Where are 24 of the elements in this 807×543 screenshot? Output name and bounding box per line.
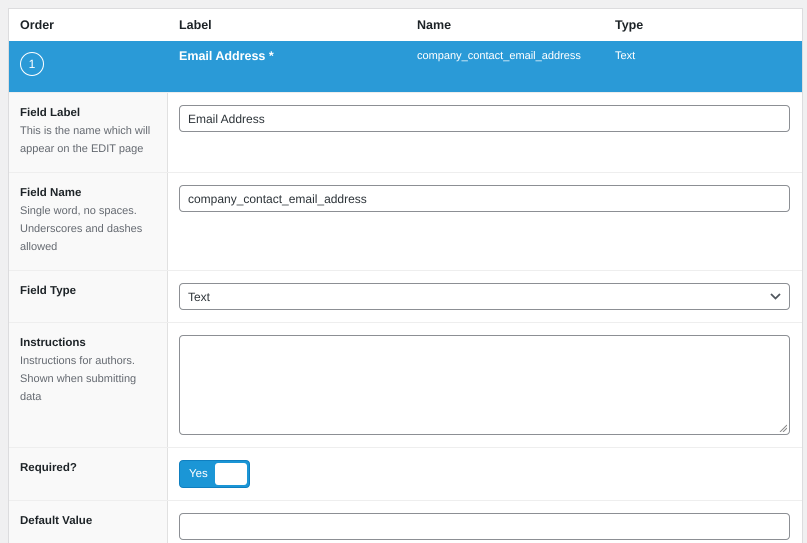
field-help-text: This is the name which will appear on the EDIT page bbox=[20, 124, 152, 157]
field-help-text: Single word, no spaces. Underscores and dashes allowed bbox=[20, 204, 144, 255]
input-field[interactable]: company_contact_email_address bbox=[179, 185, 790, 212]
field-label: Default Value bbox=[20, 515, 94, 527]
chevron-down-icon bbox=[770, 293, 781, 300]
field-label: Field Label bbox=[20, 107, 82, 119]
resize-grip-icon bbox=[779, 424, 787, 432]
row-type: Text bbox=[614, 49, 636, 62]
field-label: Field Name bbox=[20, 187, 82, 199]
column-header: Name bbox=[416, 18, 452, 32]
field-label: Required? bbox=[20, 462, 78, 474]
field-help-text: Instructions for authors. Shown when submitting data bbox=[20, 354, 138, 405]
order-badge: 1 bbox=[20, 52, 44, 76]
column-header: Type bbox=[614, 18, 644, 32]
field-label: Instructions bbox=[20, 337, 87, 349]
input-field[interactable] bbox=[179, 513, 790, 540]
select-field[interactable]: Text bbox=[179, 283, 790, 310]
field-label: Field Type bbox=[20, 285, 78, 297]
row-label: Email Address * bbox=[178, 48, 275, 63]
column-header: Label bbox=[178, 18, 213, 32]
row-name: company_contact_email_address bbox=[416, 49, 582, 62]
input-field[interactable]: Email Address bbox=[179, 105, 790, 132]
column-header: Order bbox=[19, 18, 56, 32]
textarea-field[interactable] bbox=[179, 335, 790, 435]
